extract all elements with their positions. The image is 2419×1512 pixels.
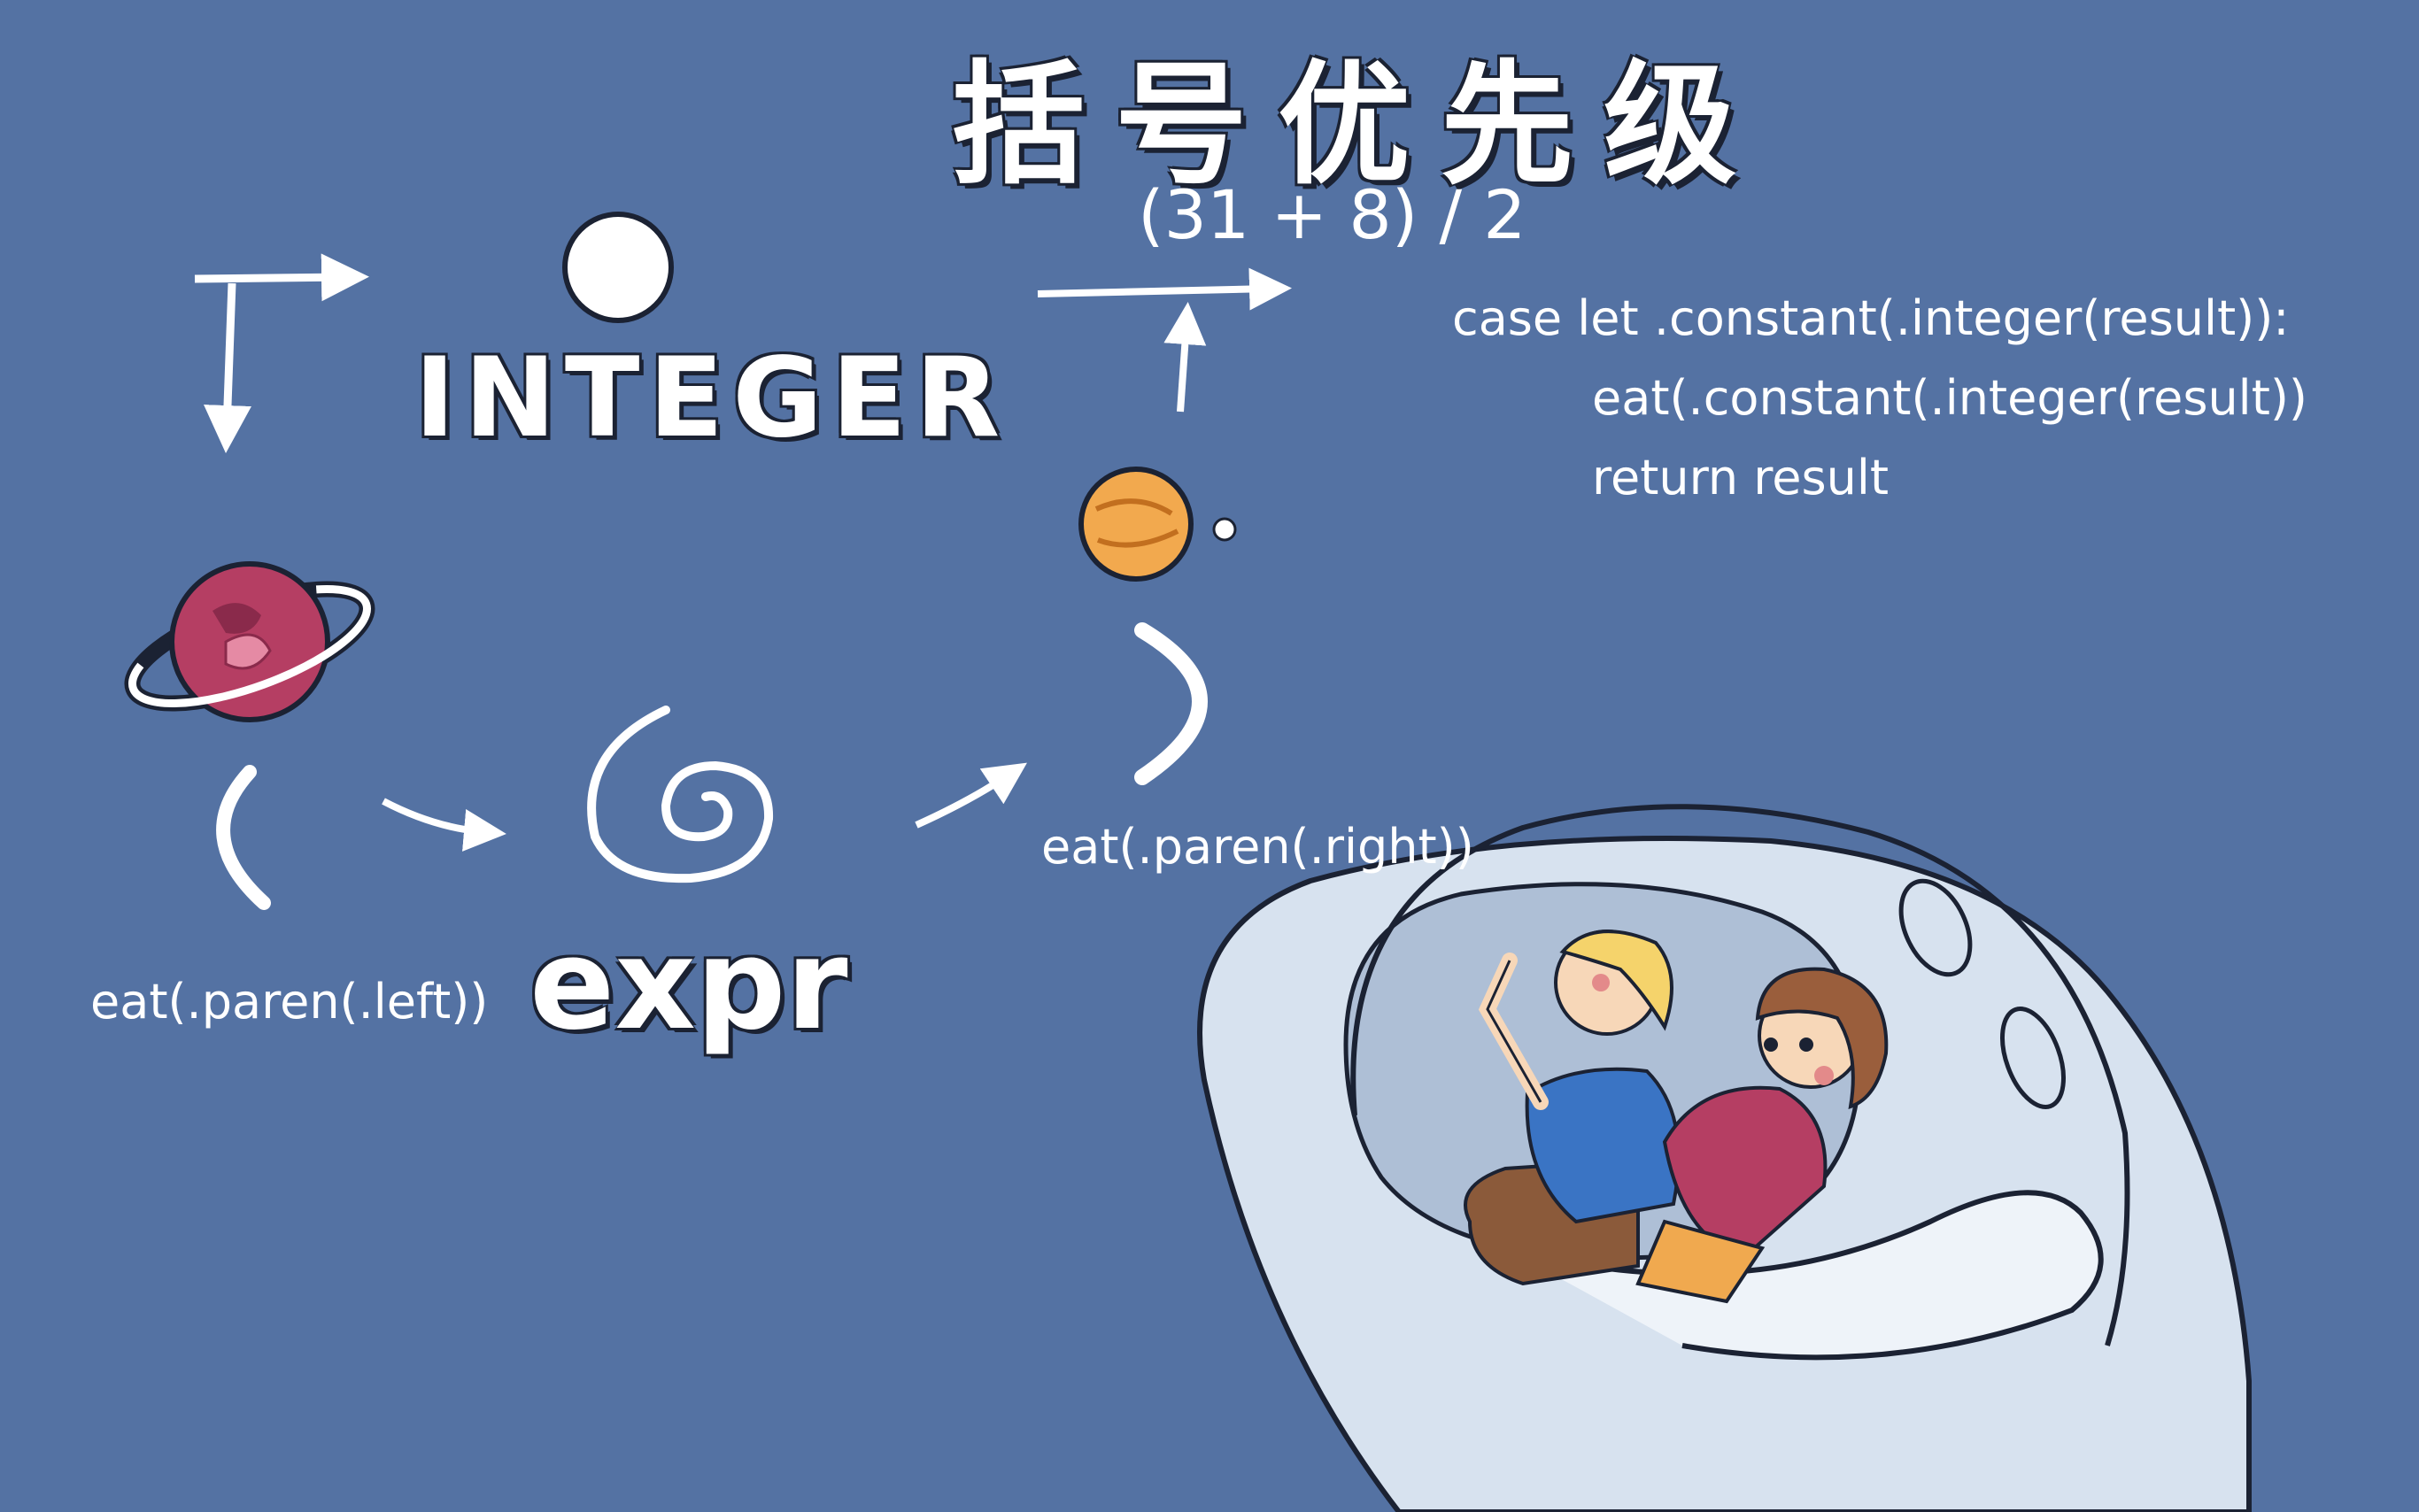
formula-expression: (31 + 8) / 2 xyxy=(1138,175,1526,254)
code-line-return: return result xyxy=(1592,450,1890,505)
expr-node-label: expr xyxy=(529,912,848,1058)
white-circle-icon xyxy=(562,212,674,323)
left-paren-icon xyxy=(216,765,271,910)
orange-planet-icon xyxy=(1078,467,1237,582)
code-line-case: case let .constant(.integer(result)): xyxy=(1452,290,2290,346)
ringed-planet-icon xyxy=(124,561,375,722)
arrow-to-expr xyxy=(382,798,506,852)
integer-node-label: INTEGER xyxy=(414,335,1009,462)
arrow-up-to-formula xyxy=(1163,302,1207,413)
eat-left-paren-call: eat(.paren(.left)) xyxy=(90,974,489,1030)
arrow-to-right-paren xyxy=(915,762,1027,829)
code-line-eat: eat(.constant(.integer(result)) xyxy=(1592,370,2307,426)
arrow-right-to-formula xyxy=(1037,267,1292,311)
ufo-with-kids-illustration xyxy=(1197,804,2252,1512)
spiral-galaxy-icon xyxy=(587,706,774,883)
start-arrows xyxy=(194,253,369,453)
eat-right-paren-call: eat(.paren(.right)) xyxy=(1041,819,1474,875)
right-paren-icon xyxy=(1134,622,1208,785)
